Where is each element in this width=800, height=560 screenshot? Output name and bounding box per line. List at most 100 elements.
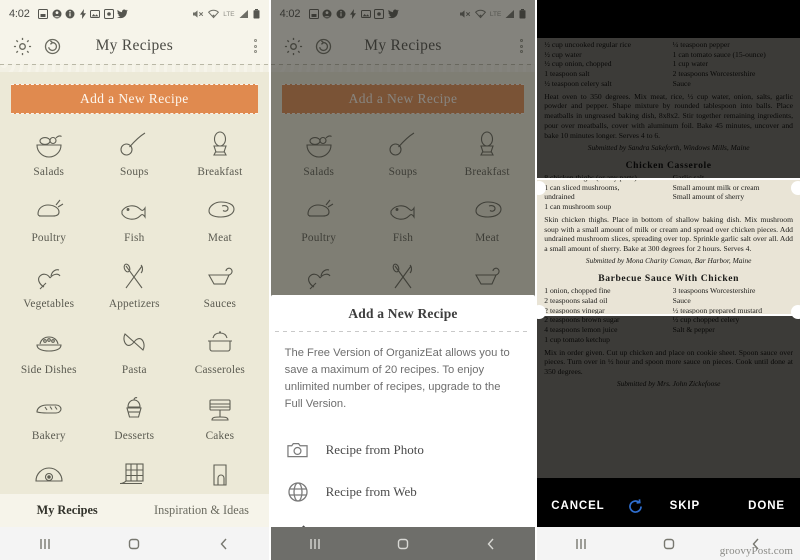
signal-icon — [505, 9, 515, 19]
category-item-soups[interactable]: Soups — [361, 128, 445, 192]
fish-icon — [386, 194, 420, 228]
contact-icon — [322, 9, 332, 19]
battery-icon — [253, 9, 260, 19]
status-bar-right: LTE — [459, 9, 526, 19]
app-icon — [374, 9, 385, 19]
category-item-poultry[interactable]: Poultry — [277, 194, 361, 258]
camera-icon — [287, 441, 309, 459]
photo-icon — [360, 9, 371, 19]
category-label: Breakfast — [464, 166, 510, 178]
crop-boundary-top[interactable] — [537, 178, 800, 180]
status-bar-right: LTE — [193, 9, 260, 19]
category-item-side-dishes[interactable]: Side Dishes — [6, 326, 92, 390]
photo-icon — [90, 9, 101, 19]
kebab-menu-icon[interactable] — [253, 39, 257, 53]
page-title: My Recipes — [364, 37, 442, 54]
category-item-pasta[interactable]: Pasta — [92, 326, 178, 390]
mute-icon — [193, 9, 204, 19]
bread-loaf-icon — [32, 392, 66, 426]
category-label: Bakery — [31, 430, 66, 442]
home-icon[interactable] — [126, 536, 142, 552]
category-item-breakfast[interactable]: Breakfast — [445, 128, 529, 192]
cancel-button[interactable]: CANCEL — [551, 500, 604, 512]
category-item-cakes[interactable]: Cakes — [177, 392, 263, 456]
waffle-icon — [117, 458, 151, 492]
main-content: Add a New Recipe Salads Soups Breakfast … — [0, 72, 269, 560]
header-scallop-edge — [0, 65, 269, 72]
category-item-breakfast[interactable]: Breakfast — [177, 128, 263, 192]
system-nav-bar — [270, 527, 536, 560]
dialog-title: Add a New Recipe — [348, 306, 458, 321]
home-icon[interactable] — [395, 536, 411, 552]
category-item-soups[interactable]: Soups — [92, 128, 178, 192]
header-scallop-edge — [270, 65, 536, 72]
status-bar-clock: 4:02 — [279, 8, 301, 20]
ingredient-line: Small amount of sherry — [672, 192, 745, 202]
option-recipe-from-photo[interactable]: Recipe from Photo — [287, 429, 520, 471]
status-bar: 4:02 LTE — [270, 0, 536, 28]
back-icon[interactable] — [483, 536, 499, 552]
category-label: Salads — [33, 166, 65, 178]
status-bar-left: 4:02 — [280, 8, 399, 20]
category-item-vegetables[interactable]: Vegetables — [6, 260, 92, 324]
lte-icon: LTE — [490, 11, 501, 18]
crop-handle-top-right[interactable] — [790, 181, 800, 195]
add-new-recipe-button[interactable]: Add a New Recipe — [281, 84, 525, 114]
home-icon[interactable] — [661, 536, 677, 552]
tab-my-recipes[interactable]: My Recipes — [0, 503, 134, 518]
category-label: Soups — [120, 166, 149, 178]
category-item-desserts[interactable]: Desserts — [92, 392, 178, 456]
status-bar-left: 4:02 — [9, 8, 129, 20]
crop-handle-bottom-right[interactable] — [790, 305, 800, 319]
skip-button[interactable]: SKIP — [670, 500, 700, 512]
category-item-meat[interactable]: Meat — [177, 194, 263, 258]
crop-boundary-bottom[interactable] — [537, 314, 800, 316]
app-icon — [103, 9, 114, 19]
layer-cake-icon — [203, 392, 237, 426]
kebab-menu-icon[interactable] — [520, 39, 524, 53]
globe-icon — [287, 482, 309, 502]
system-nav-bar — [0, 527, 269, 560]
lightning-icon — [349, 9, 357, 19]
back-icon[interactable] — [216, 536, 232, 552]
camera-toolbar: CANCEL SKIP DONE — [537, 485, 800, 527]
contact-icon — [52, 9, 62, 19]
done-button[interactable]: DONE — [748, 500, 785, 512]
category-label: Cakes — [205, 430, 235, 442]
ingredient-line: 2 teaspoons salad oil — [544, 295, 608, 305]
dialog-body-text: The Free Version of OrganizEat allows yo… — [284, 347, 510, 411]
category-item-salads[interactable]: Salads — [6, 128, 92, 192]
crop-shade-bottom — [537, 315, 800, 478]
category-label: Fish — [392, 232, 414, 244]
category-item-casseroles[interactable]: Casseroles — [177, 326, 263, 390]
category-item-salads[interactable]: Salads — [277, 128, 361, 192]
sim-card-icon — [308, 9, 319, 19]
rotate-icon[interactable] — [627, 498, 644, 515]
category-item-sauces[interactable]: Sauces — [177, 260, 263, 324]
category-item-appetizers[interactable]: Appetizers — [92, 260, 178, 324]
category-label: Soups — [388, 166, 418, 178]
recents-icon[interactable] — [307, 536, 323, 552]
fork-knife-icon — [386, 260, 420, 294]
add-new-recipe-button[interactable]: Add a New Recipe — [11, 84, 258, 114]
category-item-fish[interactable]: Fish — [92, 194, 178, 258]
ingredient-line: 3 teaspoons Worcestershire — [672, 286, 756, 296]
category-label: Desserts — [114, 430, 155, 442]
tab-inspiration-ideas[interactable]: Inspiration & Ideas — [134, 503, 268, 518]
salad-bowl-icon — [302, 128, 336, 162]
crop-shade-top — [537, 38, 800, 178]
category-item-bakery[interactable]: Bakery — [6, 392, 92, 456]
category-item-poultry[interactable]: Poultry — [6, 194, 92, 258]
beet-icon — [32, 260, 66, 294]
recents-icon[interactable] — [573, 536, 589, 552]
recents-icon[interactable] — [37, 536, 53, 552]
phone-panel-main-screen: 4:02 LTE My Recipes Add a New Recipe Sal… — [0, 0, 269, 560]
category-label: Breakfast — [197, 166, 243, 178]
pie-icon — [32, 458, 66, 492]
option-recipe-from-web[interactable]: Recipe from Web — [287, 471, 520, 513]
lte-label: LTE — [223, 10, 235, 18]
category-item-meat[interactable]: Meat — [445, 194, 529, 258]
category-item-fish[interactable]: Fish — [361, 194, 445, 258]
camera-crop-view: ½ cup uncooked regular rice ½ cup water … — [537, 0, 800, 560]
ingredient-line: 1 onion, chopped fine — [544, 286, 611, 296]
